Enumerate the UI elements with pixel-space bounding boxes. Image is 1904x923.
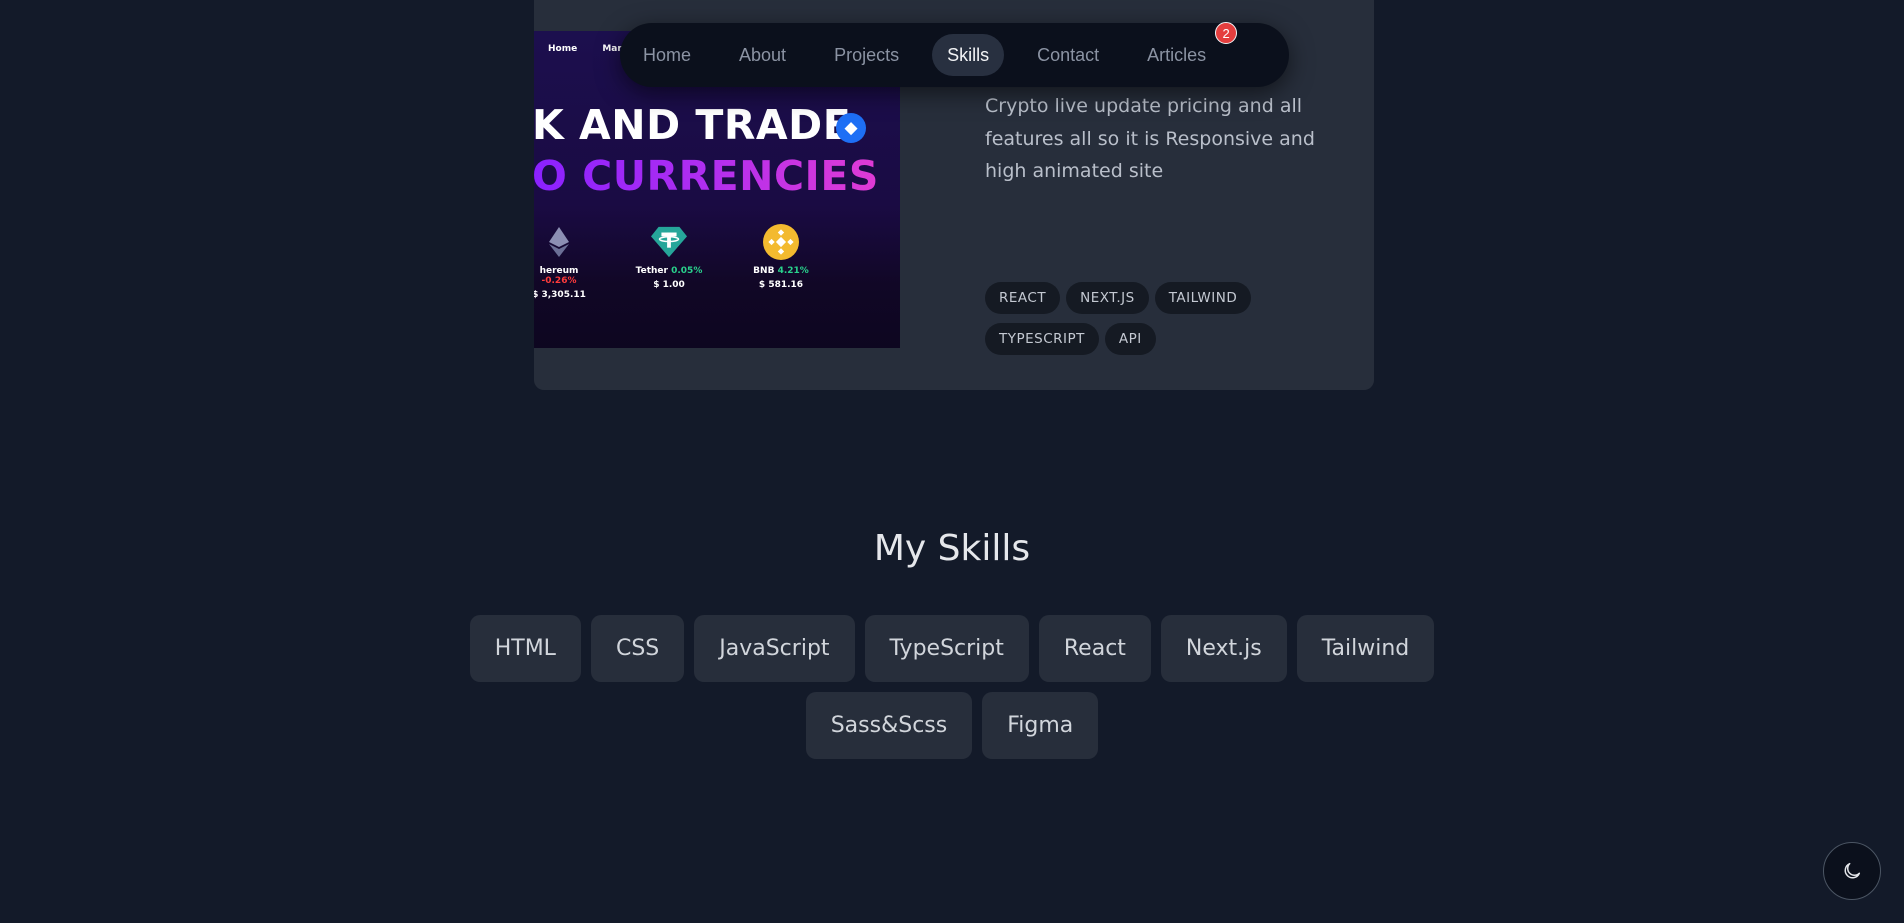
- project-tech-tags: REACT NEXT.JS TAILWIND TYPESCRIPT API: [985, 282, 1305, 364]
- ethereum-icon: [541, 224, 577, 260]
- skill-nextjs[interactable]: Next.js: [1160, 615, 1287, 682]
- coin-name: BNB: [753, 266, 775, 276]
- skills-row-1: HTML CSS JavaScript TypeScript React Nex…: [0, 615, 1904, 682]
- nav-item-about[interactable]: About: [724, 34, 801, 76]
- skill-typescript[interactable]: TypeScript: [864, 615, 1029, 682]
- nav-item-contact[interactable]: Contact: [1022, 34, 1114, 76]
- main-navbar: Home About Projects Skills Contact Artic…: [620, 22, 1289, 87]
- tether-icon: [651, 224, 687, 260]
- coin-tether: Tether 0.05% $ 1.00: [634, 224, 704, 290]
- coin-name: hereum: [539, 266, 579, 276]
- skill-tailwind[interactable]: Tailwind: [1296, 615, 1435, 682]
- coin-price: $ 1.00: [653, 280, 685, 290]
- project-description: Crypto live update pricing and all featu…: [985, 95, 1315, 182]
- nav-item-home[interactable]: Home: [628, 34, 706, 76]
- skills-title: My Skills: [873, 528, 1031, 569]
- coin-change: 4.21%: [777, 266, 809, 276]
- coin-ethereum: hereum -0.26% $ 3,305.11: [534, 224, 594, 300]
- coin-bnb: BNB 4.21% $ 581.16: [746, 224, 816, 290]
- tag-api: API: [1104, 323, 1156, 355]
- coin-change: -0.26%: [541, 276, 577, 286]
- bnb-icon: [763, 224, 799, 260]
- preview-nav-home: Home: [548, 44, 578, 54]
- nav-item-projects[interactable]: Projects: [819, 34, 914, 76]
- coin-price: $ 581.16: [758, 280, 804, 290]
- skills-row-2: Sass&Scss Figma: [0, 692, 1904, 759]
- preview-headline-line1: K AND TRADE: [534, 101, 852, 149]
- tag-tailwind: TAILWIND: [1154, 282, 1252, 314]
- skill-figma[interactable]: Figma: [982, 692, 1099, 759]
- skill-html[interactable]: HTML: [469, 615, 581, 682]
- skill-sass-scss[interactable]: Sass&Scss: [805, 692, 973, 759]
- preview-headline-line2: O CURRENCIES: [534, 152, 879, 200]
- nav-item-articles-label: Articles: [1147, 45, 1207, 65]
- coin-change: 0.05%: [671, 266, 703, 276]
- nav-item-articles[interactable]: Articles 2: [1132, 22, 1238, 76]
- tag-nextjs: NEXT.JS: [1066, 282, 1149, 314]
- theme-toggle-button[interactable]: [1823, 842, 1881, 900]
- tag-typescript: TYPESCRIPT: [985, 323, 1099, 355]
- skill-css[interactable]: CSS: [590, 615, 685, 682]
- coin-price: $ 3,305.11: [534, 290, 586, 300]
- skill-javascript[interactable]: JavaScript: [694, 615, 855, 682]
- coin-name: Tether: [635, 266, 668, 276]
- nav-item-skills[interactable]: Skills: [932, 34, 1005, 76]
- moon-icon: [1844, 862, 1861, 879]
- ethereum-badge-icon: ◆: [836, 113, 866, 143]
- articles-count-badge: 2: [1215, 22, 1238, 44]
- skill-react[interactable]: React: [1038, 615, 1151, 682]
- tag-react: REACT: [985, 282, 1061, 314]
